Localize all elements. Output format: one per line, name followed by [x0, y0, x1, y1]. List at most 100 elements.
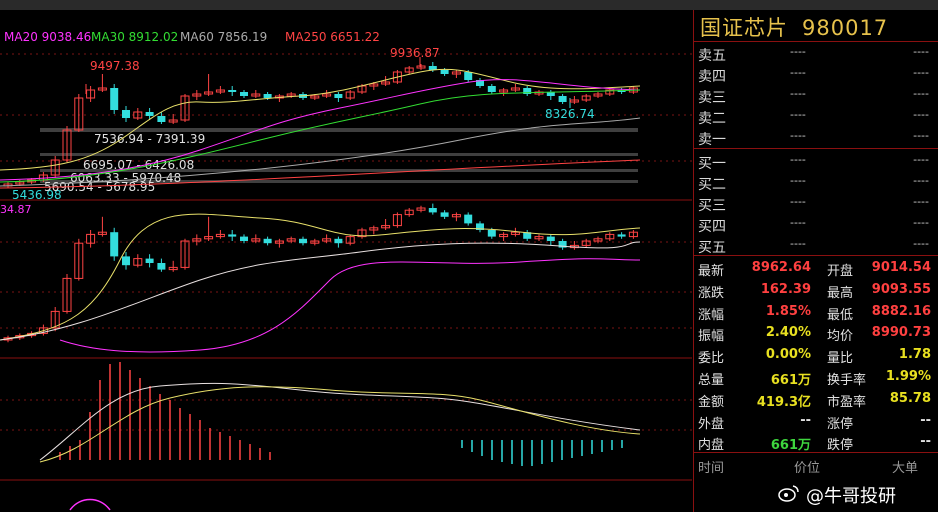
- quote-key: 开盘: [827, 264, 854, 279]
- tick-header-price: 价位: [794, 461, 821, 476]
- boll-lower: [59, 258, 641, 353]
- ask-level-price: ----: [790, 87, 806, 100]
- boll-mid: [0, 241, 641, 341]
- candle-body: [334, 94, 343, 98]
- divider: [694, 148, 938, 149]
- bid-level-volume: ----: [913, 153, 929, 166]
- gap-label: 7536.94 - 7391.39: [94, 132, 205, 146]
- quote-side-panel: 国证芯片 980017 卖五 ---- ---- 卖四 ---- ---- 卖三 ---- ---…: [693, 10, 938, 512]
- top-toolbar: [0, 0, 938, 10]
- quote-key: 换手率: [827, 373, 867, 388]
- quote-key: 委比: [698, 351, 725, 367]
- ask-level-row: 卖三 ---- ----: [694, 85, 938, 106]
- candle-body: [617, 234, 626, 237]
- quote-value: 8882.16: [871, 303, 931, 319]
- quote-row: 总量 661万 换手率 1.99%: [694, 366, 938, 388]
- bid-level-row: 买五 ---- ----: [694, 235, 938, 256]
- bid-level-volume: ----: [913, 237, 929, 250]
- bid-level-volume: ----: [913, 216, 929, 229]
- price-label-low: 8326.74: [545, 107, 595, 121]
- candle-body: [263, 94, 272, 98]
- candle-body: [228, 234, 237, 237]
- quote-value: 661万: [770, 373, 811, 388]
- quote-value: 0.00%: [765, 347, 811, 363]
- bid-level-price: ----: [790, 195, 806, 208]
- kline-chart[interactable]: MA20 9038.46 MA30 8912.02 MA60 7856.19 MA25…: [0, 10, 692, 512]
- bid-level-row: 买三 ---- ----: [694, 193, 938, 214]
- quote-value: 1.99%: [885, 369, 931, 384]
- candle-body: [240, 92, 248, 96]
- quote-value: 1.85%: [765, 303, 811, 319]
- gap-label: 6695.07 - 6426.08: [83, 158, 194, 172]
- quote-row: 外盘 -- 涨停 --: [694, 410, 938, 432]
- bid-level-row: 买二 ---- ----: [694, 172, 938, 193]
- instrument-title: 国证芯片 980017: [700, 12, 888, 42]
- quote-key: 跌停: [827, 438, 854, 454]
- candle-body: [110, 232, 119, 257]
- ask-level-label: 卖五: [698, 48, 726, 64]
- candle-body: [228, 90, 237, 92]
- quote-key: 最低: [827, 307, 854, 323]
- ask-level-volume: ----: [913, 66, 929, 79]
- tick-header-volume: 大单: [892, 461, 919, 476]
- quote-key: 涨幅: [698, 307, 725, 323]
- bid-level-price: ----: [790, 174, 806, 187]
- ask-level-price: ----: [790, 45, 806, 58]
- bid-level-price: ----: [790, 237, 806, 250]
- quote-key: 涨停: [827, 416, 854, 432]
- quote-value: 8962.64: [751, 260, 811, 275]
- divider: [694, 41, 938, 42]
- quote-row: 金额 419.3亿 市盈率 85.78: [694, 388, 938, 410]
- ask-level-volume: ----: [913, 45, 929, 58]
- quote-key: 内盘: [698, 438, 725, 454]
- ask-level-row: 卖五 ---- ----: [694, 43, 938, 64]
- bid-level-label: 买五: [698, 240, 726, 256]
- ma-legend-item: MA250 6651.22: [285, 30, 380, 44]
- quote-value: 2.40%: [765, 325, 811, 341]
- candle-body: [122, 110, 130, 118]
- ask-level-label: 卖三: [698, 90, 726, 106]
- candle-body: [157, 116, 166, 122]
- bid-level-label: 买三: [698, 198, 726, 214]
- ask-level-price: ----: [790, 108, 806, 121]
- candle-body: [546, 236, 555, 241]
- candle-body: [299, 238, 307, 244]
- quote-key: 涨跌: [698, 285, 725, 301]
- ma-legend-item: MA60 7856.19: [180, 30, 267, 44]
- ask-level-label: 卖四: [698, 69, 726, 85]
- candle-body: [334, 238, 343, 244]
- ask-level-volume: ----: [913, 129, 929, 142]
- ask-level-price: ----: [790, 66, 806, 79]
- bid-level-volume: ----: [913, 174, 929, 187]
- quote-value: 1.78: [898, 347, 931, 363]
- candlestick-chart-area[interactable]: MA20 9038.46 MA30 8912.02 MA60 7856.19 MA25…: [0, 10, 692, 512]
- bid-level-volume: ----: [913, 195, 929, 208]
- quote-key: 最新: [698, 264, 725, 279]
- quote-row: 涨跌 162.39 最高 9093.55: [694, 279, 938, 301]
- weibo-icon: [778, 485, 799, 502]
- candle-body: [110, 88, 119, 110]
- ma-legend-item: MA30 8912.02: [91, 30, 178, 44]
- ask-level-label: 卖二: [698, 111, 726, 127]
- bid-level-label: 买四: [698, 219, 726, 235]
- quote-key: 市盈率: [827, 394, 867, 410]
- quote-value: 8990.73: [871, 325, 931, 341]
- ask-level-price: ----: [790, 129, 806, 142]
- quote-value: 162.39: [760, 281, 811, 297]
- indicator-value: 34.87: [0, 203, 32, 216]
- candle-body: [440, 70, 449, 74]
- gap-band: [40, 153, 638, 156]
- indicator-curve: [69, 498, 111, 511]
- quote-key: 振幅: [698, 329, 725, 345]
- quote-value: --: [800, 412, 811, 428]
- price-label-high: 9497.38: [90, 59, 140, 73]
- candle-body: [145, 258, 154, 263]
- quote-row: 振幅 2.40% 均价 8990.73: [694, 322, 938, 344]
- bid-level-label: 买二: [698, 177, 726, 193]
- candle-body: [145, 112, 154, 116]
- quote-key: 均价: [827, 329, 854, 345]
- quote-value: --: [920, 434, 931, 450]
- instrument-name: 国证芯片: [700, 16, 788, 40]
- watermark-text: @牛哥投研: [806, 486, 896, 507]
- quote-value: 9093.55: [871, 281, 931, 297]
